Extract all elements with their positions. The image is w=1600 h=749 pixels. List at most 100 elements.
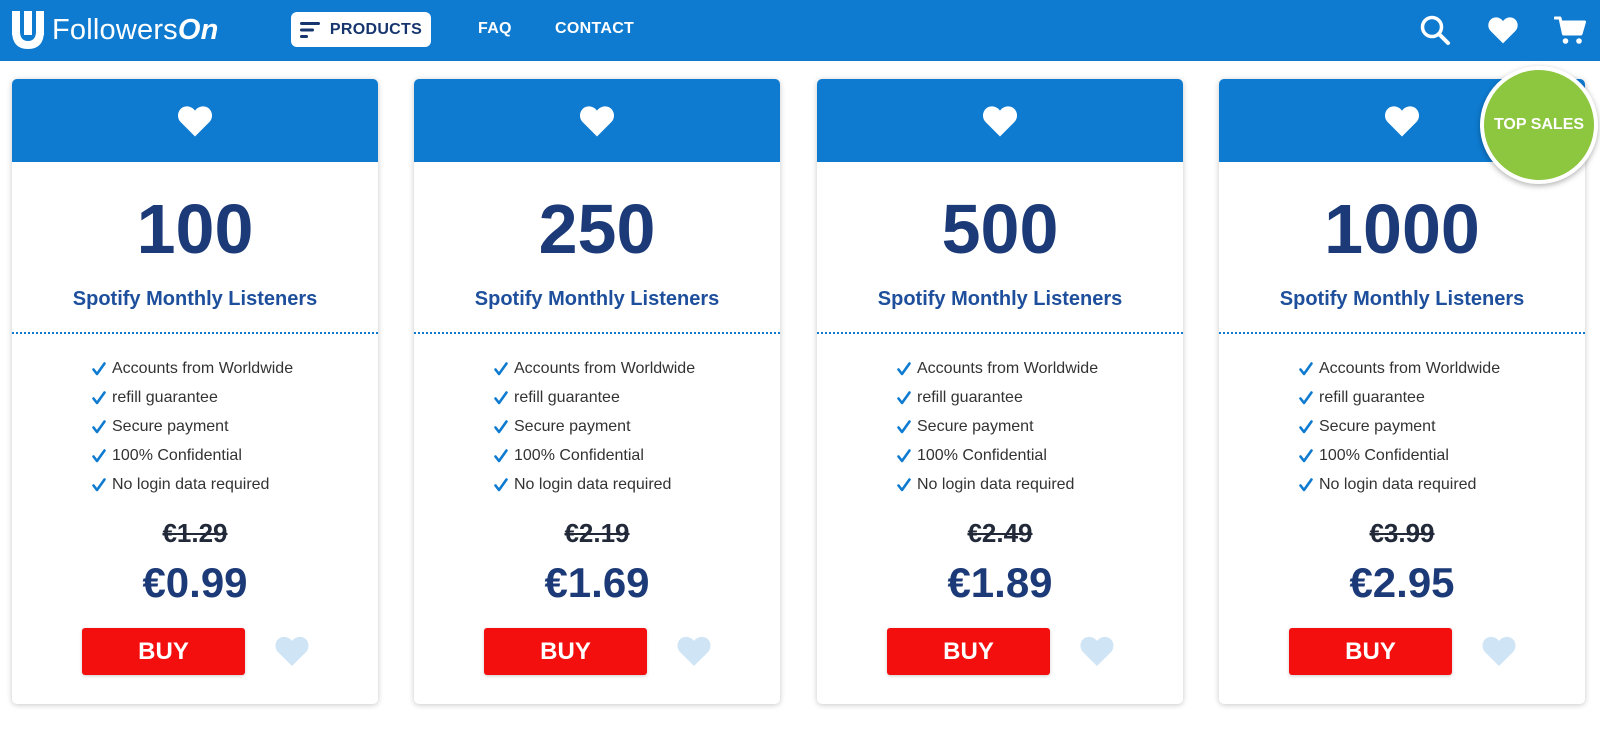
- feature-item: Accounts from Worldwide: [494, 354, 695, 383]
- old-price: €2.49: [967, 518, 1033, 548]
- check-icon: [897, 390, 911, 404]
- feature-text: 100% Confidential: [514, 446, 644, 464]
- feature-text: No login data required: [112, 475, 270, 493]
- check-icon: [494, 477, 508, 491]
- feature-item: refill guarantee: [92, 383, 293, 412]
- card-header: [414, 79, 780, 162]
- nav-contact-link[interactable]: CONTACT: [555, 20, 634, 38]
- feature-text: Accounts from Worldwide: [514, 359, 696, 377]
- search-icon[interactable]: [1419, 14, 1451, 46]
- feature-text: No login data required: [514, 475, 672, 493]
- product-card: 250 Spotify Monthly Listeners Accounts f…: [414, 79, 780, 704]
- feature-text: Secure payment: [917, 417, 1034, 435]
- feature-text: Accounts from Worldwide: [112, 359, 294, 377]
- feature-item: refill guarantee: [897, 383, 1098, 412]
- current-price: €1.69: [544, 559, 650, 606]
- service-name: Spotify Monthly Listeners: [877, 288, 1123, 310]
- heart-icon: [579, 105, 615, 136]
- divider: [1219, 332, 1585, 334]
- products-button[interactable]: PRODUCTS: [291, 12, 431, 47]
- check-icon: [92, 477, 106, 491]
- feature-text: refill guarantee: [917, 388, 1023, 406]
- feature-list: Accounts from Worldwide refill guarantee…: [92, 354, 293, 499]
- feature-item: refill guarantee: [1299, 383, 1500, 412]
- add-to-wishlist-button[interactable]: [676, 634, 712, 668]
- feature-item: 100% Confidential: [494, 441, 695, 470]
- check-icon: [1299, 477, 1313, 491]
- card-header: [817, 79, 1183, 162]
- feature-item: Secure payment: [897, 412, 1098, 441]
- feature-item: No login data required: [494, 470, 695, 499]
- feature-text: Secure payment: [514, 417, 631, 435]
- check-icon: [897, 448, 911, 462]
- feature-item: Accounts from Worldwide: [1299, 354, 1500, 383]
- buy-button[interactable]: BUY: [484, 628, 647, 675]
- nav-faq-link[interactable]: FAQ: [478, 20, 512, 38]
- brand-logo[interactable]: FollowersOn: [12, 10, 219, 50]
- feature-text: Secure payment: [1319, 417, 1436, 435]
- feature-item: Accounts from Worldwide: [897, 354, 1098, 383]
- check-icon: [494, 390, 508, 404]
- add-to-wishlist-button[interactable]: [1481, 634, 1517, 668]
- current-price: €1.89: [947, 559, 1053, 606]
- buy-button[interactable]: BUY: [82, 628, 245, 675]
- feature-text: Accounts from Worldwide: [917, 359, 1099, 377]
- feature-item: No login data required: [92, 470, 293, 499]
- divider: [817, 332, 1183, 334]
- feature-text: Secure payment: [112, 417, 229, 435]
- feature-text: 100% Confidential: [917, 446, 1047, 464]
- heart-icon: [1080, 636, 1114, 666]
- package-quantity: 500: [941, 190, 1059, 268]
- check-icon: [1299, 448, 1313, 462]
- feature-text: 100% Confidential: [1319, 446, 1449, 464]
- package-quantity: 100: [136, 190, 254, 268]
- heart-icon[interactable]: [1487, 14, 1519, 46]
- feature-list: Accounts from Worldwide refill guarantee…: [897, 354, 1098, 499]
- old-price: €2.19: [564, 518, 630, 548]
- current-price: €2.95: [1349, 559, 1455, 606]
- menu-icon: [299, 21, 320, 38]
- check-icon: [494, 419, 508, 433]
- heart-icon: [982, 105, 1018, 136]
- feature-item: Secure payment: [1299, 412, 1500, 441]
- brand-name-regular: Followers: [52, 13, 178, 46]
- cart-icon[interactable]: [1554, 14, 1586, 46]
- check-icon: [897, 361, 911, 375]
- feature-text: 100% Confidential: [112, 446, 242, 464]
- top-navbar: FollowersOn PRODUCTS FAQ CONTACT: [0, 0, 1600, 61]
- heart-icon: [677, 636, 711, 666]
- feature-text: refill guarantee: [112, 388, 218, 406]
- add-to-wishlist-button[interactable]: [274, 634, 310, 668]
- feature-item: Secure payment: [92, 412, 293, 441]
- service-name: Spotify Monthly Listeners: [474, 288, 720, 310]
- feature-item: 100% Confidential: [897, 441, 1098, 470]
- feature-item: 100% Confidential: [92, 441, 293, 470]
- old-price: €3.99: [1369, 518, 1435, 548]
- check-icon: [1299, 390, 1313, 404]
- check-icon: [92, 361, 106, 375]
- divider: [414, 332, 780, 334]
- buy-button[interactable]: BUY: [887, 628, 1050, 675]
- buy-button[interactable]: BUY: [1289, 628, 1452, 675]
- add-to-wishlist-button[interactable]: [1079, 634, 1115, 668]
- heart-icon: [177, 105, 213, 136]
- feature-item: Secure payment: [494, 412, 695, 441]
- old-price: €1.29: [162, 518, 228, 548]
- top-sales-badge: TOP SALES: [1480, 66, 1598, 184]
- check-icon: [92, 390, 106, 404]
- feature-text: No login data required: [917, 475, 1075, 493]
- heart-icon: [275, 636, 309, 666]
- feature-text: No login data required: [1319, 475, 1477, 493]
- product-card: 500 Spotify Monthly Listeners Accounts f…: [817, 79, 1183, 704]
- u-logo-icon: [12, 11, 44, 49]
- feature-text: refill guarantee: [514, 388, 620, 406]
- feature-list: Accounts from Worldwide refill guarantee…: [1299, 354, 1500, 499]
- check-icon: [494, 361, 508, 375]
- card-header: [12, 79, 378, 162]
- feature-item: Accounts from Worldwide: [92, 354, 293, 383]
- brand-name: FollowersOn: [52, 13, 219, 46]
- check-icon: [897, 419, 911, 433]
- package-quantity: 250: [538, 190, 656, 268]
- check-icon: [1299, 419, 1313, 433]
- product-card: 100 Spotify Monthly Listeners Accounts f…: [12, 79, 378, 704]
